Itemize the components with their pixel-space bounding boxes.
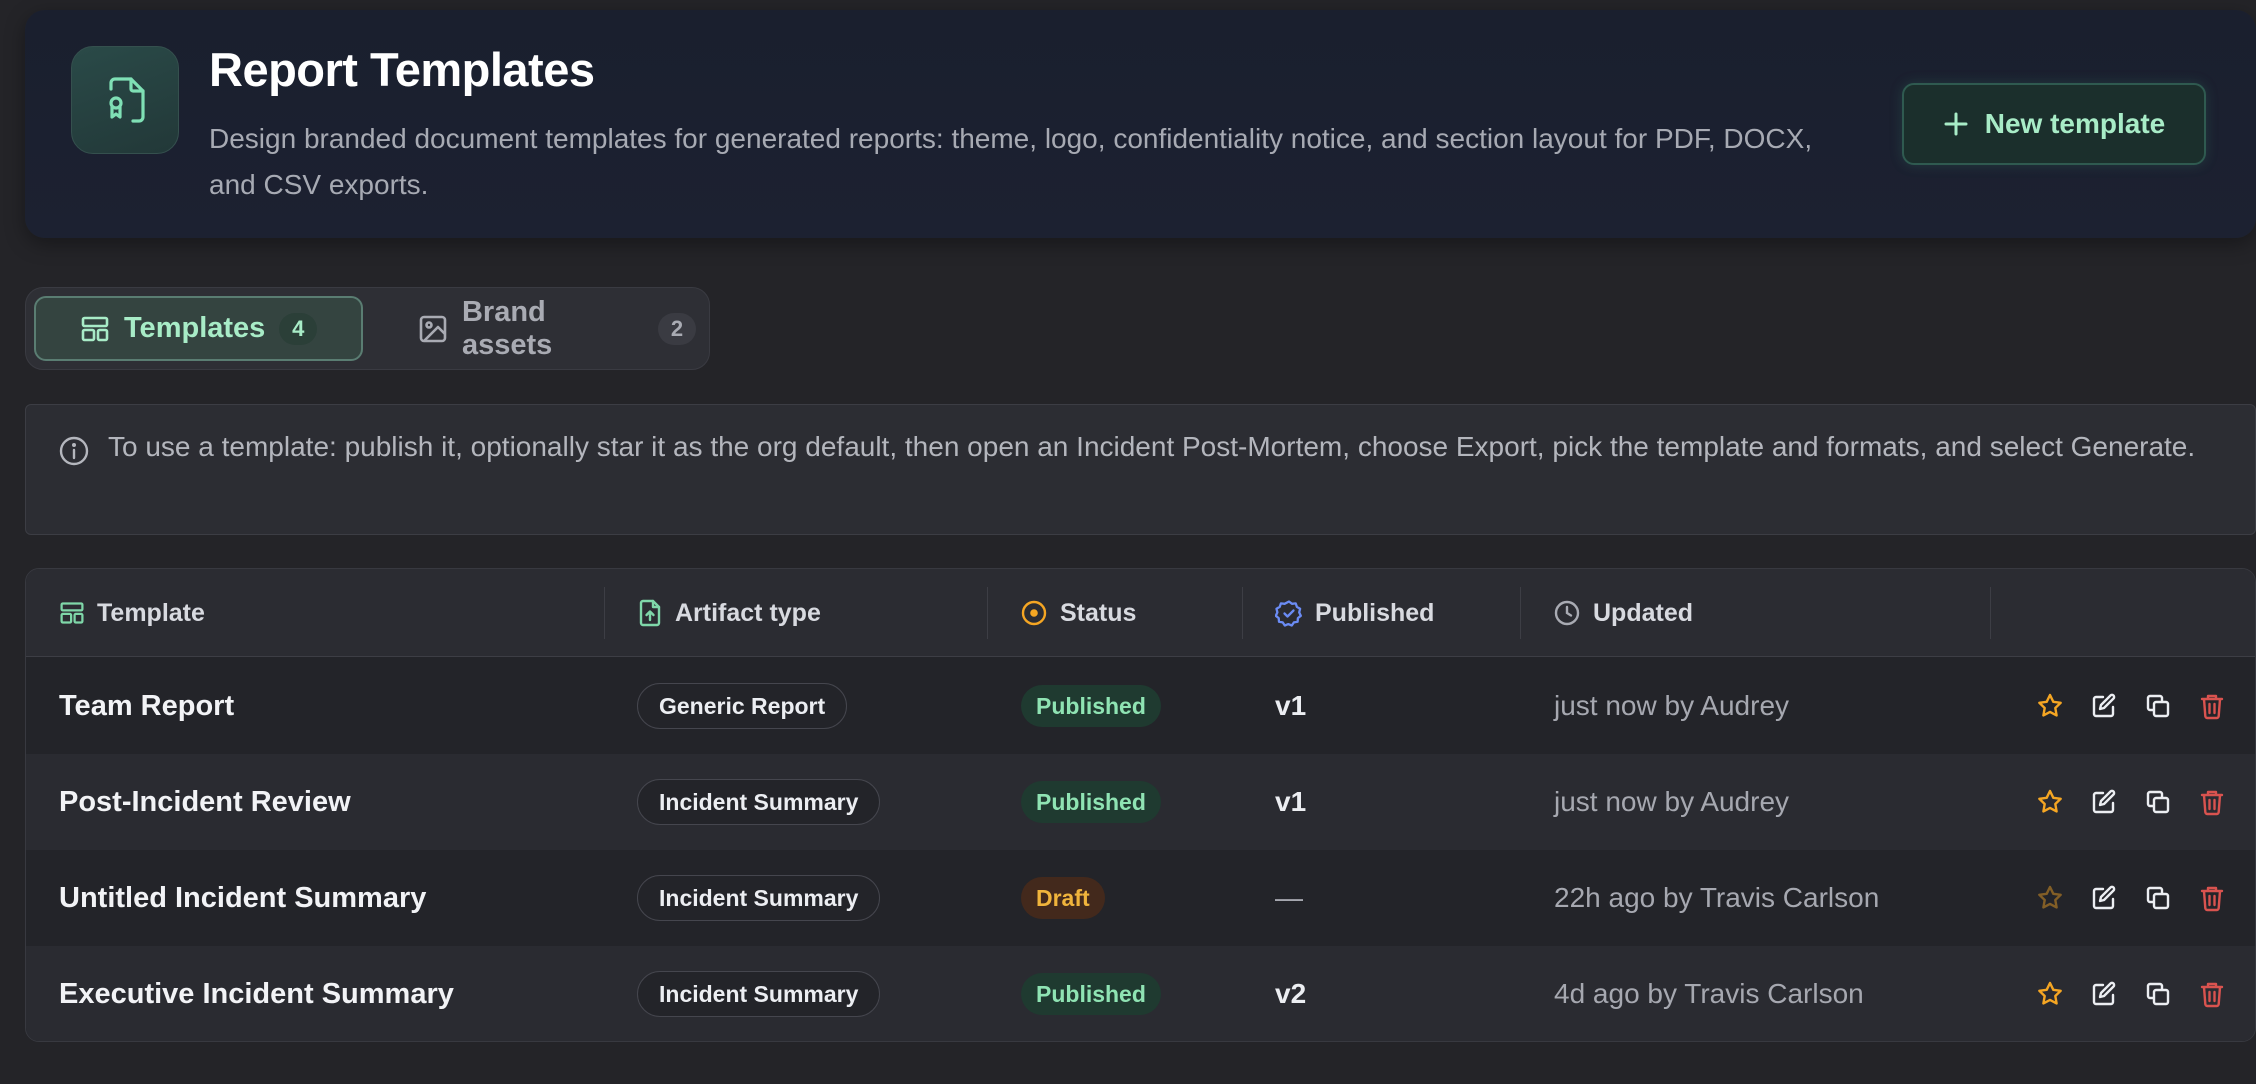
template-name[interactable]: Team Report bbox=[59, 658, 234, 754]
new-template-label: New template bbox=[1984, 108, 2166, 139]
template-name[interactable]: Executive Incident Summary bbox=[59, 946, 454, 1041]
edit-icon[interactable] bbox=[2090, 980, 2118, 1008]
delete-icon[interactable] bbox=[2198, 980, 2226, 1008]
artifact-cell: Incident Summary bbox=[637, 850, 881, 946]
status-circle-icon bbox=[1021, 600, 1047, 626]
published-version: v1 bbox=[1275, 690, 1307, 721]
plus-icon bbox=[1944, 112, 1968, 136]
column-template-label: Template bbox=[97, 598, 205, 627]
column-template[interactable]: Template bbox=[59, 569, 205, 657]
column-divider bbox=[1520, 587, 1521, 639]
artifact-type-pill: Generic Report bbox=[637, 683, 848, 729]
clock-icon bbox=[1554, 600, 1580, 626]
info-banner: To use a template: publish it, optionall… bbox=[25, 404, 2256, 535]
duplicate-icon[interactable] bbox=[2144, 884, 2172, 912]
updated-text: just now by Audrey bbox=[1554, 690, 1790, 721]
delete-icon[interactable] bbox=[2198, 884, 2226, 912]
templates-table: Template Artifact type Status Published bbox=[25, 568, 2256, 1042]
column-status[interactable]: Status bbox=[1020, 569, 1136, 657]
updated-text: 22h ago by Travis Carlson bbox=[1554, 882, 1880, 913]
status-cell: Draft bbox=[1021, 850, 1105, 946]
star-icon[interactable] bbox=[2036, 980, 2064, 1008]
tab-bar: Templates 4 Brand assets 2 bbox=[25, 287, 710, 370]
tab-templates-label: Templates bbox=[124, 312, 266, 344]
tab-templates-count: 4 bbox=[279, 312, 318, 345]
table-header: Template Artifact type Status Published bbox=[26, 569, 2255, 657]
published-version: — bbox=[1275, 882, 1303, 913]
status-badge: Published bbox=[1021, 973, 1161, 1015]
status-cell: Published bbox=[1021, 946, 1161, 1041]
artifact-type-pill: Incident Summary bbox=[637, 779, 881, 825]
info-icon bbox=[59, 436, 89, 466]
artifact-type-pill: Incident Summary bbox=[637, 875, 881, 921]
star-icon[interactable] bbox=[2036, 788, 2064, 816]
column-artifact-type-label: Artifact type bbox=[675, 598, 821, 627]
status-cell: Published bbox=[1021, 754, 1161, 850]
column-divider bbox=[987, 587, 988, 639]
table-row[interactable]: Untitled Incident Summary Incident Summa… bbox=[26, 850, 2255, 946]
star-icon[interactable] bbox=[2036, 692, 2064, 720]
edit-icon[interactable] bbox=[2090, 788, 2118, 816]
template-name[interactable]: Untitled Incident Summary bbox=[59, 850, 426, 946]
layout-icon bbox=[81, 316, 109, 341]
edit-icon[interactable] bbox=[2090, 884, 2118, 912]
status-badge: Published bbox=[1021, 685, 1161, 727]
image-icon bbox=[419, 315, 447, 342]
column-published-label: Published bbox=[1315, 598, 1435, 627]
row-actions bbox=[2036, 946, 2226, 1041]
artifact-cell: Incident Summary bbox=[637, 946, 881, 1041]
row-actions bbox=[2036, 850, 2226, 946]
updated-text: 4d ago by Travis Carlson bbox=[1554, 978, 1864, 1009]
file-upload-icon bbox=[639, 599, 661, 627]
column-published[interactable]: Published bbox=[1275, 569, 1434, 657]
artifact-cell: Incident Summary bbox=[637, 754, 881, 850]
published-version: v2 bbox=[1275, 978, 1307, 1009]
verified-badge-icon bbox=[1275, 600, 1302, 627]
duplicate-icon[interactable] bbox=[2144, 692, 2172, 720]
column-artifact-type[interactable]: Artifact type bbox=[637, 569, 821, 657]
delete-icon[interactable] bbox=[2198, 692, 2226, 720]
tab-brand-assets-count: 2 bbox=[658, 312, 696, 345]
status-cell: Published bbox=[1021, 658, 1161, 754]
delete-icon[interactable] bbox=[2198, 788, 2226, 816]
page-header: Report Templates Design branded document… bbox=[25, 10, 2256, 238]
column-status-label: Status bbox=[1060, 598, 1137, 627]
column-divider bbox=[1990, 587, 1991, 639]
artifact-cell: Generic Report bbox=[637, 658, 848, 754]
column-divider bbox=[1242, 587, 1243, 639]
report-template-icon bbox=[71, 46, 179, 154]
row-actions bbox=[2036, 658, 2226, 754]
status-badge: Published bbox=[1021, 781, 1161, 823]
edit-icon[interactable] bbox=[2090, 692, 2118, 720]
artifact-type-pill: Incident Summary bbox=[637, 971, 881, 1017]
star-icon[interactable] bbox=[2036, 884, 2064, 912]
tab-brand-assets[interactable]: Brand assets 2 bbox=[386, 296, 696, 361]
duplicate-icon[interactable] bbox=[2144, 980, 2172, 1008]
tab-brand-assets-label: Brand assets bbox=[461, 295, 553, 361]
published-version: v1 bbox=[1275, 786, 1307, 817]
column-updated[interactable]: Updated bbox=[1553, 569, 1693, 657]
table-row[interactable]: Post-Incident Review Incident Summary Pu… bbox=[26, 754, 2255, 850]
column-updated-label: Updated bbox=[1593, 598, 1693, 627]
page-title: Report Templates bbox=[209, 43, 595, 96]
tab-templates[interactable]: Templates 4 bbox=[34, 296, 363, 361]
updated-text: just now by Audrey bbox=[1554, 786, 1790, 817]
column-divider bbox=[604, 587, 605, 639]
info-text: To use a template: publish it, optionall… bbox=[108, 431, 2196, 462]
duplicate-icon[interactable] bbox=[2144, 788, 2172, 816]
template-name[interactable]: Post-Incident Review bbox=[59, 754, 351, 850]
new-template-button[interactable]: New template bbox=[1902, 83, 2206, 165]
row-actions bbox=[2036, 754, 2226, 850]
table-row[interactable]: Executive Incident Summary Incident Summ… bbox=[26, 946, 2255, 1041]
status-badge: Draft bbox=[1021, 877, 1105, 919]
layout-icon bbox=[60, 602, 84, 624]
page-description: Design branded document templates for ge… bbox=[209, 123, 1813, 200]
table-row[interactable]: Team Report Generic Report Published v1 … bbox=[26, 658, 2255, 754]
